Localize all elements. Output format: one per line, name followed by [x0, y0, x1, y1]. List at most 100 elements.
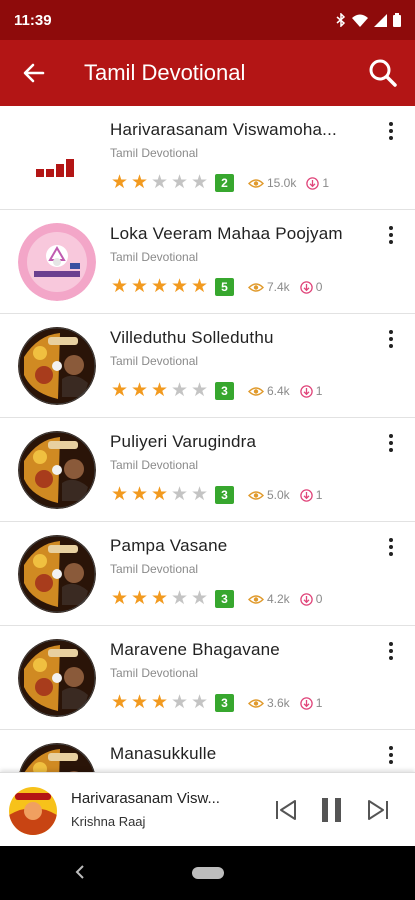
- song-meta: ★ ★ ★ ★ ★ 5 7.4k 0: [110, 276, 322, 298]
- star-icon: ★: [190, 484, 209, 505]
- rating-stars: ★ ★ ★ ★ ★: [110, 173, 209, 193]
- star-icon: ★: [150, 172, 169, 193]
- pause-button[interactable]: [317, 793, 347, 827]
- song-row[interactable]: Pampa Vasane Tamil Devotional ★ ★ ★ ★ ★ 3 4.2k 0: [0, 522, 415, 626]
- pause-icon: [322, 798, 341, 822]
- view-count: 3.6k: [248, 696, 290, 710]
- star-icon: ★: [110, 588, 129, 609]
- star-icon: ★: [150, 484, 169, 505]
- views-icon: [248, 594, 264, 604]
- rating-stars: ★ ★ ★ ★ ★: [110, 693, 209, 713]
- more-vert-icon: [389, 746, 393, 750]
- download-icon: [306, 176, 320, 190]
- bluetooth-icon: [336, 13, 346, 27]
- mini-player[interactable]: Harivarasanam Visw... Krishna Raaj: [0, 772, 415, 846]
- skip-next-icon: [368, 800, 388, 820]
- rating-stars: ★ ★ ★ ★ ★: [110, 485, 209, 505]
- download-count: 1: [299, 696, 322, 710]
- skip-next-button[interactable]: [363, 793, 393, 827]
- song-row[interactable]: Villeduthu Solleduthu Tamil Devotional ★ ★ ★…: [0, 314, 415, 418]
- rating-badge: 3: [215, 486, 234, 504]
- more-vert-icon: [389, 226, 393, 230]
- download-count: 0: [299, 592, 323, 606]
- download-count: 0: [299, 280, 323, 294]
- download-icon: [299, 696, 313, 710]
- more-options-button[interactable]: [383, 744, 399, 770]
- more-options-button[interactable]: [383, 536, 399, 562]
- song-title: Villeduthu Solleduthu: [110, 328, 274, 347]
- download-icon: [299, 592, 313, 606]
- star-icon: ★: [130, 484, 149, 505]
- star-icon: ★: [130, 692, 149, 713]
- skip-previous-button[interactable]: [271, 793, 301, 827]
- rating-stars: ★ ★ ★ ★ ★: [110, 589, 209, 609]
- home-pill-icon[interactable]: [192, 867, 224, 879]
- view-count-value: 6.4k: [267, 384, 290, 398]
- star-icon: ★: [190, 172, 209, 193]
- rating-stars: ★ ★ ★ ★ ★: [110, 381, 209, 401]
- view-count-value: 4.2k: [267, 592, 290, 606]
- star-icon: ★: [150, 380, 169, 401]
- player-artist: Krishna Raaj: [71, 814, 146, 829]
- download-icon: [299, 384, 313, 398]
- more-vert-icon: [389, 434, 393, 438]
- nav-back-icon: [75, 865, 84, 879]
- star-icon: ★: [130, 172, 149, 193]
- song-meta: ★ ★ ★ ★ ★ 3 6.4k 1: [110, 380, 322, 402]
- view-count-value: 5.0k: [267, 488, 290, 502]
- song-category: Tamil Devotional: [110, 458, 199, 472]
- more-options-button[interactable]: [383, 640, 399, 666]
- status-time: 11:39: [14, 11, 52, 29]
- views-icon: [248, 698, 264, 708]
- star-icon: ★: [110, 484, 129, 505]
- search-button[interactable]: [351, 40, 415, 106]
- star-icon: ★: [110, 172, 129, 193]
- back-button[interactable]: [0, 40, 68, 106]
- song-meta: ★ ★ ★ ★ ★ 2 15.0k 1: [110, 172, 329, 194]
- view-count-value: 7.4k: [267, 280, 290, 294]
- song-category: Tamil Devotional: [110, 666, 199, 680]
- song-row[interactable]: Loka Veeram Mahaa Poojyam Tamil Devotiona…: [0, 210, 415, 314]
- star-icon: ★: [150, 276, 169, 297]
- view-count-value: 15.0k: [267, 176, 297, 190]
- download-count: 1: [306, 176, 329, 190]
- song-row[interactable]: Puliyeri Varugindra Tamil Devotional ★ ★ ★ ★ ★…: [0, 418, 415, 522]
- wifi-icon: [352, 14, 368, 27]
- song-row[interactable]: Manasukkulle: [0, 730, 415, 772]
- more-options-button[interactable]: [383, 224, 399, 250]
- song-thumbnail: [18, 223, 96, 301]
- song-category: Tamil Devotional: [110, 562, 199, 576]
- more-options-button[interactable]: [383, 328, 399, 354]
- view-count: 6.4k: [248, 384, 290, 398]
- song-thumbnail: [18, 327, 96, 405]
- views-icon: [248, 178, 264, 188]
- views-icon: [248, 386, 264, 396]
- song-category: Tamil Devotional: [110, 250, 199, 264]
- star-icon: ★: [130, 588, 149, 609]
- song-list[interactable]: Harivarasanam Viswamoha... Tamil Devotion…: [0, 106, 415, 772]
- nav-back-button[interactable]: [68, 860, 92, 884]
- battery-icon: [393, 13, 401, 27]
- download-count: 1: [299, 488, 322, 502]
- star-icon: ★: [170, 692, 189, 713]
- rating-stars: ★ ★ ★ ★ ★: [110, 277, 209, 297]
- arrow-left-icon: [23, 63, 45, 83]
- rating-badge: 5: [215, 278, 234, 296]
- rating-badge: 3: [215, 382, 234, 400]
- app-bar: Tamil Devotional: [0, 40, 415, 106]
- download-count-value: 0: [315, 280, 323, 294]
- star-icon: ★: [110, 380, 129, 401]
- song-title: Harivarasanam Viswamoha...: [110, 120, 337, 139]
- song-row[interactable]: Maravene Bhagavane Tamil Devotional ★ ★ ★ ★ ★ 3…: [0, 626, 415, 730]
- song-row[interactable]: Harivarasanam Viswamoha... Tamil Devotion…: [0, 106, 415, 210]
- view-count: 5.0k: [248, 488, 290, 502]
- download-count-value: 0: [315, 592, 323, 606]
- rating-badge: 3: [215, 694, 234, 712]
- star-icon: ★: [110, 276, 129, 297]
- more-options-button[interactable]: [383, 120, 399, 146]
- more-options-button[interactable]: [383, 432, 399, 458]
- download-icon: [299, 488, 313, 502]
- song-meta: ★ ★ ★ ★ ★ 3 4.2k 0: [110, 588, 322, 610]
- song-thumbnail: [18, 743, 96, 772]
- song-thumbnail: [18, 119, 96, 197]
